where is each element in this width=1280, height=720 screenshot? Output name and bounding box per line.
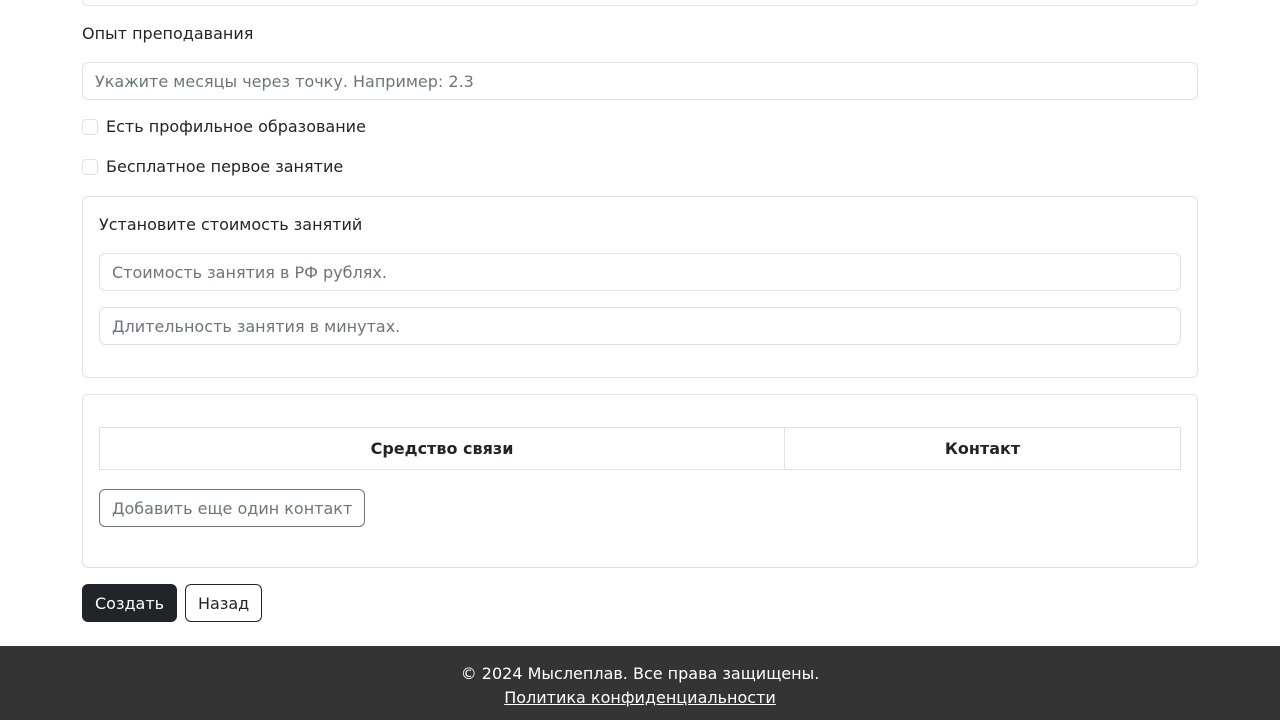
back-button[interactable]: Назад — [185, 584, 263, 622]
column-header-channel: Средство связи — [99, 427, 785, 470]
free-first-lesson-label: Бесплатное первое занятие — [106, 157, 344, 176]
contacts-card: Средство связи Контакт Добавить еще один… — [82, 394, 1198, 568]
free-first-lesson-checkbox[interactable] — [82, 159, 98, 175]
pricing-card: Установите стоимость занятий — [82, 196, 1198, 378]
has-education-checkbox[interactable] — [82, 119, 98, 135]
has-education-label: Есть профильное образование — [106, 117, 366, 136]
create-button[interactable]: Создать — [82, 584, 178, 622]
experience-label: Опыт преподавания — [82, 24, 254, 43]
duration-input[interactable] — [99, 307, 1181, 345]
footer: © 2024 Мыслеплав. Все права защищены. По… — [0, 646, 1280, 720]
experience-input[interactable] — [82, 62, 1198, 100]
has-education-row[interactable]: Есть профильное образование — [82, 117, 366, 137]
pricing-title: Установите стоимость занятий — [99, 215, 363, 234]
contacts-table: Средство связи Контакт — [99, 427, 1181, 470]
footer-copyright: © 2024 Мыслеплав. Все права защищены. — [460, 664, 820, 683]
page: Опыт преподавания Есть профильное образо… — [0, 0, 1280, 720]
free-first-lesson-row[interactable]: Бесплатное первое занятие — [82, 157, 343, 177]
column-header-contact: Контакт — [784, 427, 1181, 470]
contacts-header-row: Средство связи Контакт — [99, 427, 1181, 470]
previous-field[interactable] — [82, 0, 1198, 6]
add-contact-button[interactable]: Добавить еще один контакт — [99, 489, 366, 527]
price-input[interactable] — [99, 253, 1181, 291]
footer-policy: Политика конфиденциальности — [0, 688, 1280, 708]
privacy-policy-link[interactable]: Политика конфиденциальности — [504, 688, 776, 707]
